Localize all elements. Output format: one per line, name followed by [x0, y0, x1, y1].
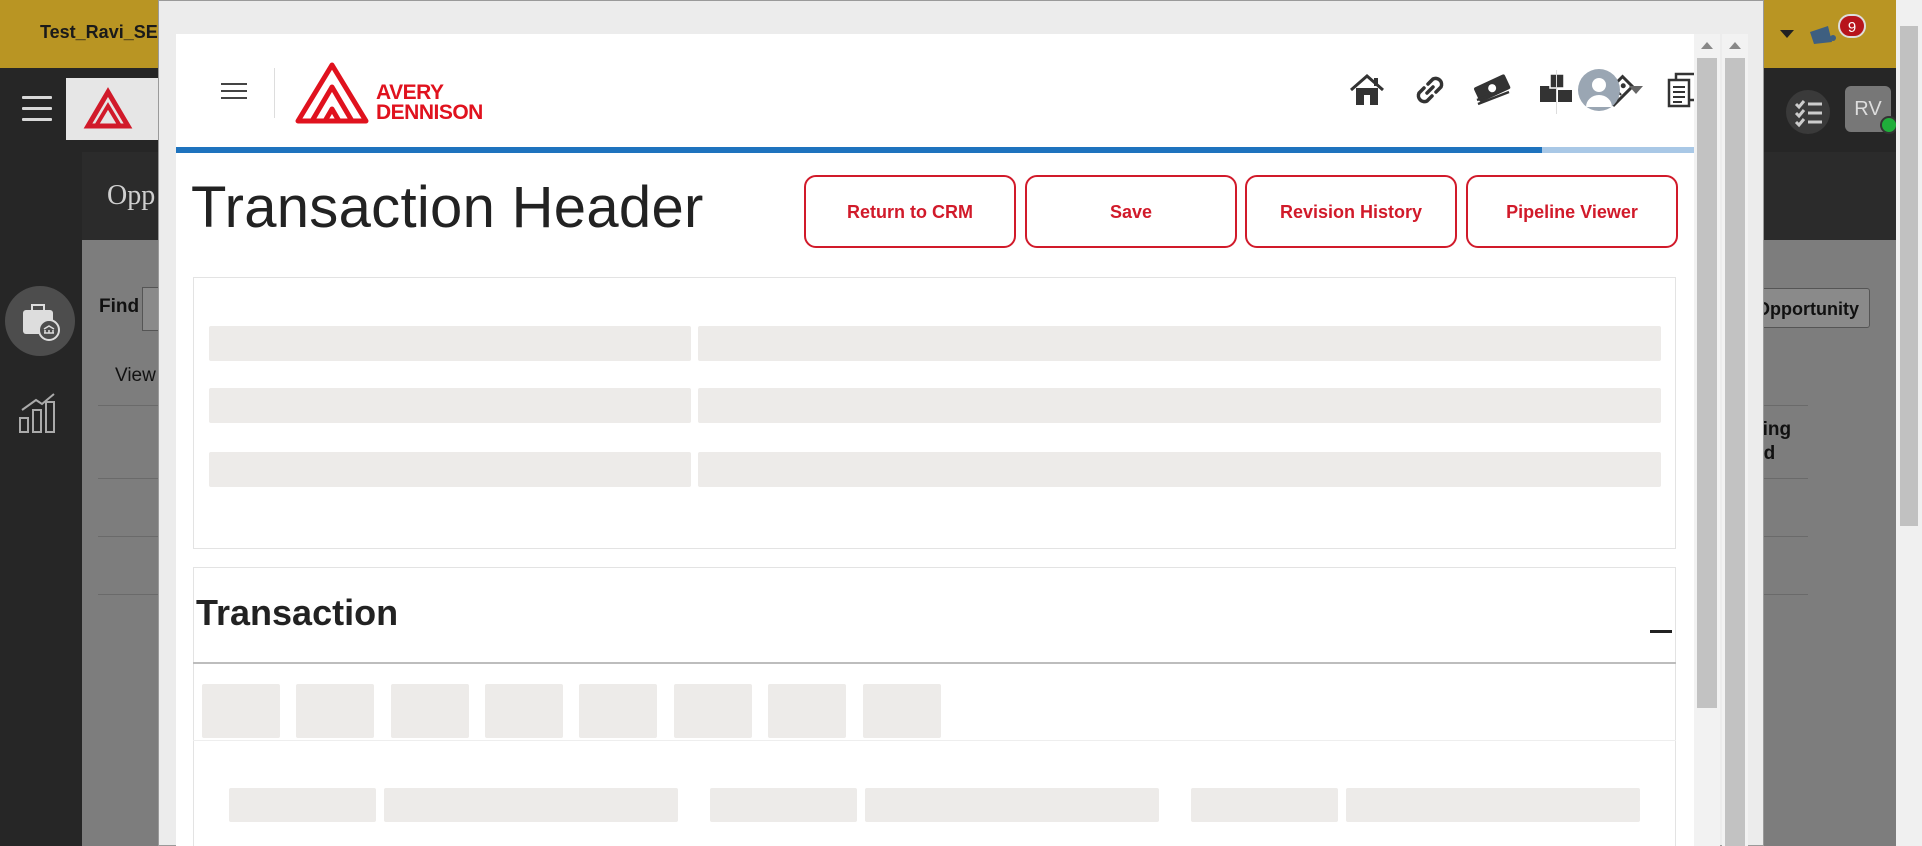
- collapse-icon[interactable]: [1650, 630, 1672, 633]
- app-logo: [66, 78, 170, 140]
- avery-dennison-logo: AVERY DENNISON: [292, 59, 492, 129]
- sidebar-item-accounts[interactable]: [5, 286, 75, 356]
- avery-logo-mark-icon: [295, 62, 369, 124]
- header-divider: [1556, 70, 1557, 114]
- skeleton-field: [865, 788, 1159, 822]
- notification-badge: 9: [1838, 14, 1866, 38]
- skeleton-tab: [768, 684, 846, 738]
- loading-progress-fill: [176, 147, 1543, 153]
- view-label[interactable]: View: [115, 365, 156, 387]
- briefcase-bank-icon: [23, 304, 60, 341]
- skeleton-field: [698, 326, 1661, 361]
- return-to-crm-button[interactable]: Return to CRM: [804, 175, 1016, 248]
- link-icon[interactable]: [1406, 67, 1454, 113]
- home-icon[interactable]: [1343, 67, 1391, 113]
- skeleton-label: [229, 788, 376, 822]
- page-scrollbar-thumb[interactable]: [1900, 26, 1918, 526]
- revision-history-button[interactable]: Revision History: [1245, 175, 1457, 248]
- skeleton-tab: [296, 684, 374, 738]
- modal-scrollbar-thumb[interactable]: [1725, 58, 1745, 846]
- skeleton-field: [698, 452, 1661, 487]
- skeleton-tab: [579, 684, 657, 738]
- skeleton-tab: [485, 684, 563, 738]
- hamburger-menu-icon[interactable]: [221, 83, 247, 103]
- skeleton-label: [209, 452, 691, 487]
- cpq-frame: AVERY DENNISON Transaction Header Return…: [176, 34, 1694, 846]
- scroll-up-icon[interactable]: [1701, 42, 1713, 49]
- section-title: Transaction: [196, 592, 399, 633]
- hamburger-menu-icon[interactable]: [22, 96, 52, 122]
- skeleton-tab: [863, 684, 941, 738]
- money-icon[interactable]: [1469, 67, 1517, 113]
- loading-progress-bar: [176, 147, 1694, 153]
- save-button[interactable]: Save: [1025, 175, 1237, 248]
- user-avatar-icon[interactable]: [1578, 69, 1620, 111]
- logo-text: AVERY DENNISON: [376, 81, 483, 124]
- skeleton-label: [1191, 788, 1338, 822]
- page-title: Transaction Header: [191, 175, 704, 240]
- tasks-icon[interactable]: [1786, 90, 1830, 134]
- skeleton-label: [209, 326, 691, 361]
- skeleton-field: [1346, 788, 1640, 822]
- skeleton-tab: [391, 684, 469, 738]
- header-divider: [274, 68, 275, 118]
- chevron-down-icon[interactable]: [1629, 86, 1643, 94]
- tab-divider: [193, 740, 1676, 741]
- app-sidebar: [0, 152, 82, 846]
- logo-text-line2: DENNISON: [376, 101, 483, 124]
- cpq-header: AVERY DENNISON: [176, 34, 1694, 146]
- skeleton-field: [698, 388, 1661, 423]
- documents-icon[interactable]: [1658, 67, 1694, 113]
- logo-text-line1: AVERY: [376, 81, 444, 104]
- skeleton-label: [209, 388, 691, 423]
- section-divider: [193, 662, 1676, 664]
- skeleton-label: [710, 788, 857, 822]
- page-title: Opp: [107, 180, 156, 211]
- frame-scrollbar-thumb[interactable]: [1697, 58, 1717, 708]
- user-name[interactable]: Test_Ravi_SE: [40, 22, 158, 43]
- skeleton-field: [384, 788, 678, 822]
- chevron-down-icon[interactable]: [1780, 30, 1794, 38]
- scroll-up-icon[interactable]: [1729, 42, 1741, 49]
- pipeline-viewer-button[interactable]: Pipeline Viewer: [1466, 175, 1678, 248]
- bar-chart-icon[interactable]: [18, 392, 58, 439]
- notifications-icon[interactable]: [1808, 24, 1838, 51]
- find-label: Find: [99, 296, 140, 317]
- skeleton-tab: [674, 684, 752, 738]
- skeleton-tab: [202, 684, 280, 738]
